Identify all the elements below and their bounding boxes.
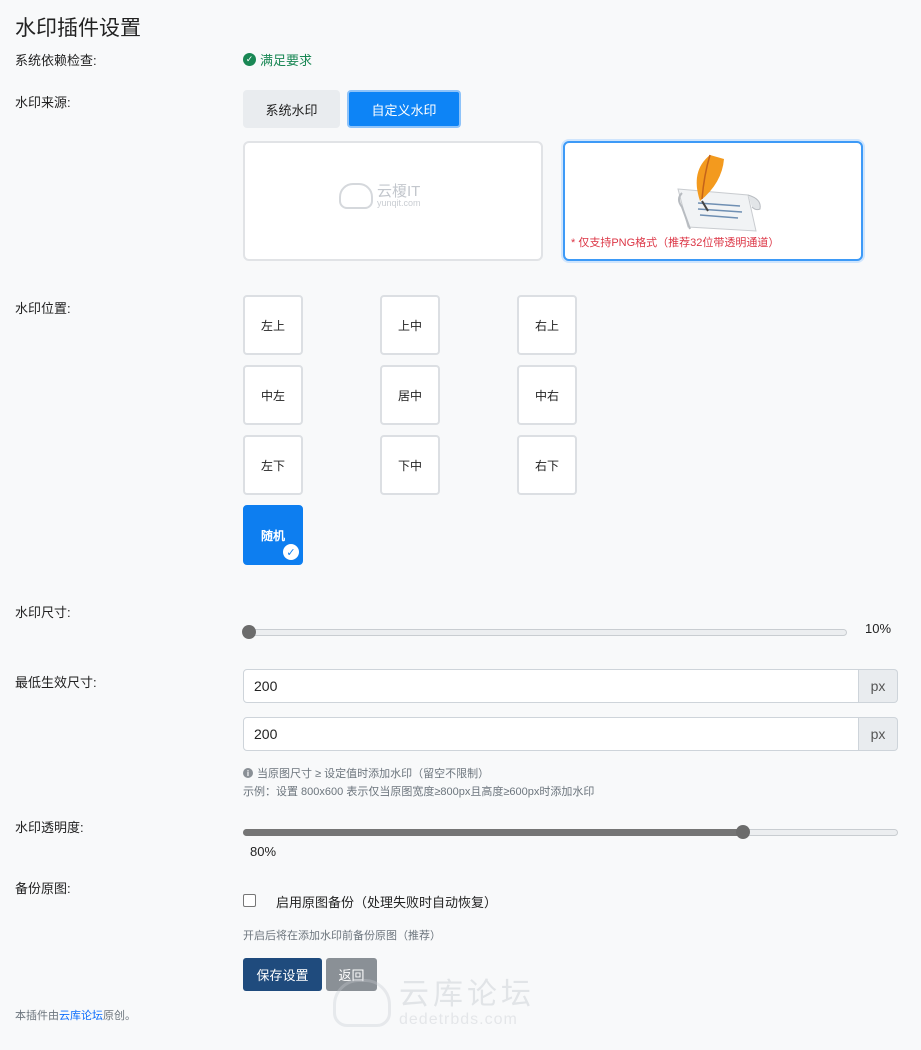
quill-scroll-image [677,154,761,232]
backup-checkbox[interactable] [243,894,256,907]
opacity-slider-thumb[interactable] [735,825,750,839]
opacity-slider-fill [243,829,743,836]
dependency-status-text: 满足要求 [260,53,313,68]
size-slider-thumb[interactable] [242,625,257,639]
position-bottom-left[interactable]: 左下 [243,435,303,495]
opacity-label: 水印透明度: [15,820,84,835]
min-size-label: 最低生效尺寸: [15,675,97,690]
system-watermark-preview[interactable]: 云榎IT yunqit.com [243,141,543,261]
backup-label: 备份原图: [15,881,71,896]
footer-prefix: 本插件由 [15,1010,59,1022]
dependency-status: ✓ 满足要求 [243,50,312,69]
info-icon: i [243,768,253,778]
position-middle-right[interactable]: 中右 [517,365,577,425]
png-format-note: * 仅支持PNG格式（推荐32位带透明通道） [571,237,780,249]
watermark-text: 云库论坛 [399,977,535,1012]
system-watermark-button[interactable]: 系统水印 [243,90,340,128]
position-random[interactable]: 随机 ✓ [243,505,303,565]
position-bottom-center[interactable]: 下中 [380,435,440,495]
min-width-unit: px [859,669,898,703]
forum-link[interactable]: 云库论坛 [59,1010,103,1022]
position-top-center[interactable]: 上中 [380,295,440,355]
min-width-group: 200 px [243,669,898,703]
size-slider-track [243,629,847,636]
position-top-right[interactable]: 右上 [517,295,577,355]
min-height-input[interactable]: 200 [243,717,859,751]
footer-suffix: 原创。 [103,1010,136,1022]
back-button[interactable]: 返回 [326,958,377,991]
cloud-logo-icon [339,183,373,209]
source-label: 水印来源: [15,95,71,110]
position-top-left[interactable]: 左上 [243,295,303,355]
backup-checkbox-label[interactable]: 启用原图备份（处理失败时自动恢复） [276,892,497,911]
position-bottom-right[interactable]: 右下 [517,435,577,495]
watermark-subtext: dedetrbds.com [399,1011,518,1028]
save-button[interactable]: 保存设置 [243,958,322,991]
min-height-unit: px [859,717,898,751]
dependency-label: 系统依赖检查: [15,53,97,68]
system-logo-text: 云榎IT [377,183,421,200]
position-middle-left[interactable]: 中左 [243,365,303,425]
min-width-input[interactable]: 200 [243,669,859,703]
opacity-slider[interactable] [243,824,898,840]
size-slider[interactable] [242,624,847,640]
footer-credit: 本插件由云库论坛原创。 [15,1007,136,1023]
check-circle-icon: ✓ [243,53,256,66]
min-size-hint: i 当原图尺寸 ≥ 设定值时添加水印（留空不限制） [243,765,489,781]
position-center[interactable]: 居中 [380,365,440,425]
position-random-label: 随机 [260,528,285,543]
min-height-group: 200 px [243,717,898,751]
page-title: 水印插件设置 [15,17,141,40]
system-logo-subtext: yunqit.com [377,198,421,208]
custom-watermark-preview[interactable]: * 仅支持PNG格式（推荐32位带透明通道） [563,141,863,261]
custom-watermark-button[interactable]: 自定义水印 [347,90,461,128]
system-logo: 云榎IT yunqit.com [339,183,421,209]
min-size-hint-text: 当原图尺寸 ≥ 设定值时添加水印（留空不限制） [257,768,490,780]
position-label: 水印位置: [15,301,71,316]
selected-check-icon: ✓ [283,544,299,560]
min-size-example: 示例：设置 800x600 表示仅当原图宽度≥800px且高度≥600px时添加… [243,786,595,798]
backup-hint: 开启后将在添加水印前备份原图（推荐） [243,930,441,942]
size-value: 10% [865,621,892,636]
size-label: 水印尺寸: [15,605,71,620]
opacity-value: 80% [250,844,277,859]
